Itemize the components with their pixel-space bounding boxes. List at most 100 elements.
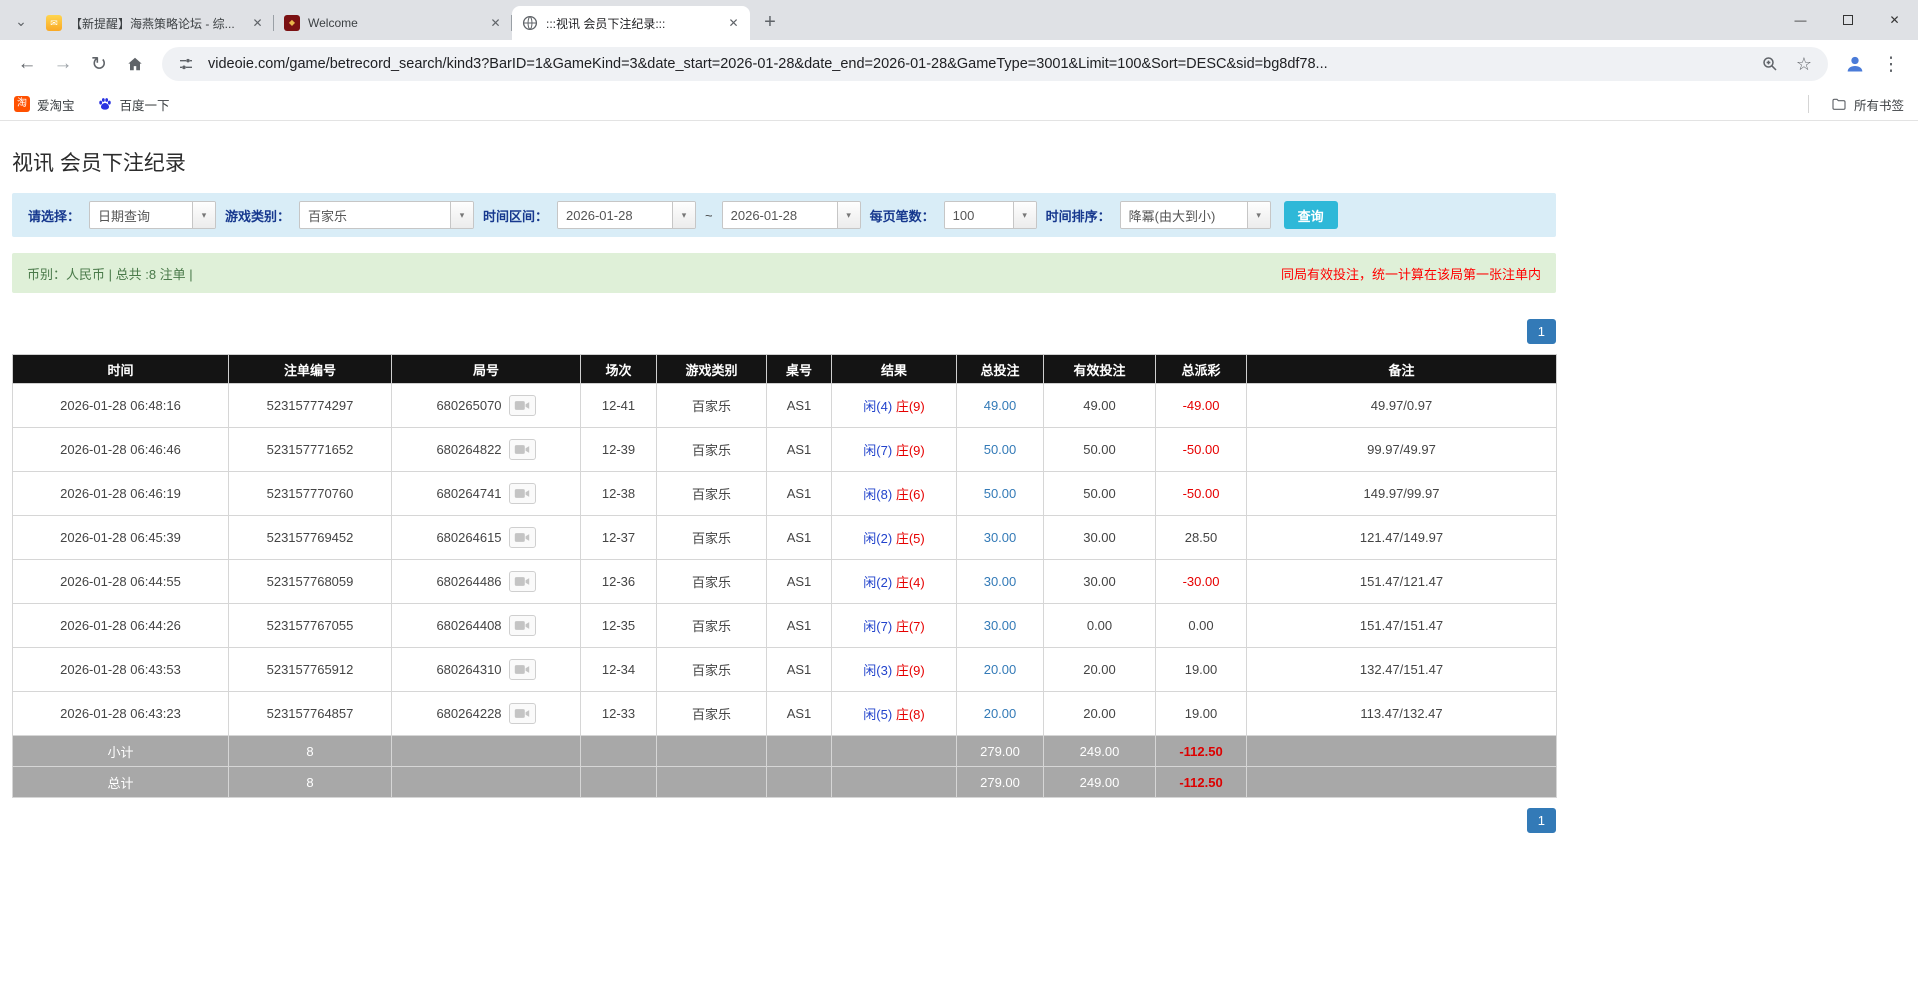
table-row: 2026-01-28 06:46:19 523157770760 6802647… [12,471,1557,516]
round-replay-button[interactable] [508,703,536,724]
date-start-picker[interactable]: ▾ [557,201,697,229]
cell-result: 闲(8) 庄(6) [831,471,957,516]
game-type-select[interactable]: ▾ [299,201,475,229]
range-separator: ~ [705,207,713,223]
cell-remark: 132.47/151.47 [1246,647,1557,692]
browser-tab-welcome[interactable]: ◆ Welcome ✕ [274,6,512,40]
valid-bet-notice-text: 同局有效投注，统一计算在该局第一张注单内 [1280,266,1541,282]
browser-tab-betrecord-active[interactable]: :::视讯 会员下注纪录::: ✕ [512,6,750,40]
tab-close-icon[interactable]: ✕ [249,15,266,32]
sort-order-value[interactable] [1120,202,1247,228]
table-row: 2026-01-28 06:44:55 523157768059 6802644… [12,559,1557,604]
cell-remark: 99.97/49.97 [1246,427,1557,472]
chevron-down-icon[interactable]: ▾ [836,202,860,228]
header-table-no: 桌号 [766,354,832,384]
round-replay-button[interactable] [508,527,536,548]
cell-payout: -50.00 [1155,471,1247,516]
page-1-button[interactable]: 1 [1526,808,1556,833]
query-type-select[interactable]: ▾ [89,201,217,229]
cell-session: 12-33 [580,691,657,736]
table-row: 2026-01-28 06:46:46 523157771652 6802648… [12,427,1557,472]
reload-button[interactable]: ↻ [82,47,116,81]
maximize-button[interactable] [1824,0,1871,40]
tab-strip: ⌄ ✉ 【新提醒】海燕策略论坛 - 综... ✕ ◆ Welcome ✕ :::… [0,0,1918,40]
cell-session: 12-41 [580,383,657,428]
cell-valid-bet: 50.00 [1043,427,1156,472]
pagination-top: 1 [12,319,1556,344]
chevron-down-icon[interactable]: ▾ [1012,202,1036,228]
profile-avatar[interactable] [1838,47,1872,81]
chevron-down-icon[interactable]: ▾ [192,202,216,228]
subtotal-total-bet: 279.00 [956,735,1044,767]
browser-tab-forum[interactable]: ✉ 【新提醒】海燕策略论坛 - 综... ✕ [36,6,274,40]
header-session: 场次 [580,354,657,384]
round-replay-button[interactable] [508,659,536,680]
page-title: 视讯 会员下注纪录 [12,152,186,175]
tab-search-chevron-icon[interactable]: ⌄ [8,8,34,34]
chevron-down-icon[interactable]: ▾ [1246,202,1270,228]
round-replay-button[interactable] [508,571,536,592]
pagination-bottom: 1 [12,808,1556,833]
cell-result: 闲(2) 庄(5) [831,515,957,560]
all-bookmarks-button[interactable]: 所有书签 [1831,95,1904,114]
tab-close-icon[interactable]: ✕ [725,15,742,32]
cell-valid-bet: 0.00 [1043,603,1156,648]
round-replay-button[interactable] [508,439,536,460]
result-player: 闲(2) [863,531,893,546]
cell-result: 闲(7) 庄(7) [831,603,957,648]
tab-close-icon[interactable]: ✕ [487,15,504,32]
sort-order-select[interactable]: ▾ [1119,201,1271,229]
game-type-value[interactable] [300,202,451,228]
subtotal-label: 小计 [12,735,229,767]
zoom-icon[interactable] [1758,52,1782,76]
bookmark-taobao[interactable]: 淘 爱淘宝 [14,95,75,114]
page-1-button[interactable]: 1 [1526,319,1556,344]
cell-table-no: AS1 [766,691,832,736]
date-end-picker[interactable]: ▾ [721,201,861,229]
address-bar[interactable]: videoie.com/game/betrecord_search/kind3?… [162,47,1828,81]
search-button[interactable]: 查询 [1283,201,1338,229]
cell-round: 680264615 [391,515,581,560]
query-type-value[interactable] [90,202,193,228]
round-replay-button[interactable] [508,483,536,504]
chevron-down-icon[interactable]: ▾ [450,202,474,228]
cell-remark: 121.47/149.97 [1246,515,1557,560]
forward-button[interactable]: → [46,47,80,81]
date-start-input[interactable] [558,202,673,228]
welcome-favicon-icon: ◆ [284,15,300,31]
per-page-value[interactable] [944,202,1013,228]
cell-round: 680264228 [391,691,581,736]
date-end-input[interactable] [722,202,837,228]
minimize-button[interactable]: — [1777,0,1824,40]
url-text[interactable]: videoie.com/game/betrecord_search/kind3?… [208,56,1748,72]
bookmarks-divider [1807,95,1809,113]
header-remark: 备注 [1246,354,1557,384]
cell-result: 闲(7) 庄(9) [831,427,957,472]
cell-table-no: AS1 [766,383,832,428]
bookmark-baidu[interactable]: 百度一下 [97,95,170,114]
browser-menu-button[interactable]: ⋮ [1874,47,1908,81]
date-range-label: 时间区间： [483,208,549,224]
round-replay-button[interactable] [508,395,536,416]
back-button[interactable]: ← [10,47,44,81]
home-button[interactable] [118,47,152,81]
cell-table-no: AS1 [766,647,832,692]
header-total-bet: 总投注 [956,354,1044,384]
chevron-down-icon[interactable]: ▾ [672,202,696,228]
close-window-button[interactable]: ✕ [1871,0,1918,40]
new-tab-button[interactable]: + [756,8,784,36]
cell-round: 680265070 [391,383,581,428]
total-count: 8 [228,766,392,798]
cell-time: 2026-01-28 06:46:46 [12,427,229,472]
site-settings-tune-icon[interactable] [174,52,198,76]
per-page-select[interactable]: ▾ [943,201,1037,229]
globe-favicon-icon [522,15,538,31]
cell-bet-id: 523157770760 [228,471,392,516]
cell-remark: 149.97/99.97 [1246,471,1557,516]
round-replay-button[interactable] [508,615,536,636]
bet-records-table: 时间 注单编号 局号 场次 游戏类别 桌号 结果 总投注 有效投注 总派彩 备注… [12,354,1557,798]
per-page-label: 每页笔数： [869,208,935,224]
cell-time: 2026-01-28 06:44:26 [12,603,229,648]
bookmark-star-icon[interactable]: ☆ [1792,52,1816,76]
total-row: 总计 8 279.00 249.00 -112.50 [12,766,1557,798]
